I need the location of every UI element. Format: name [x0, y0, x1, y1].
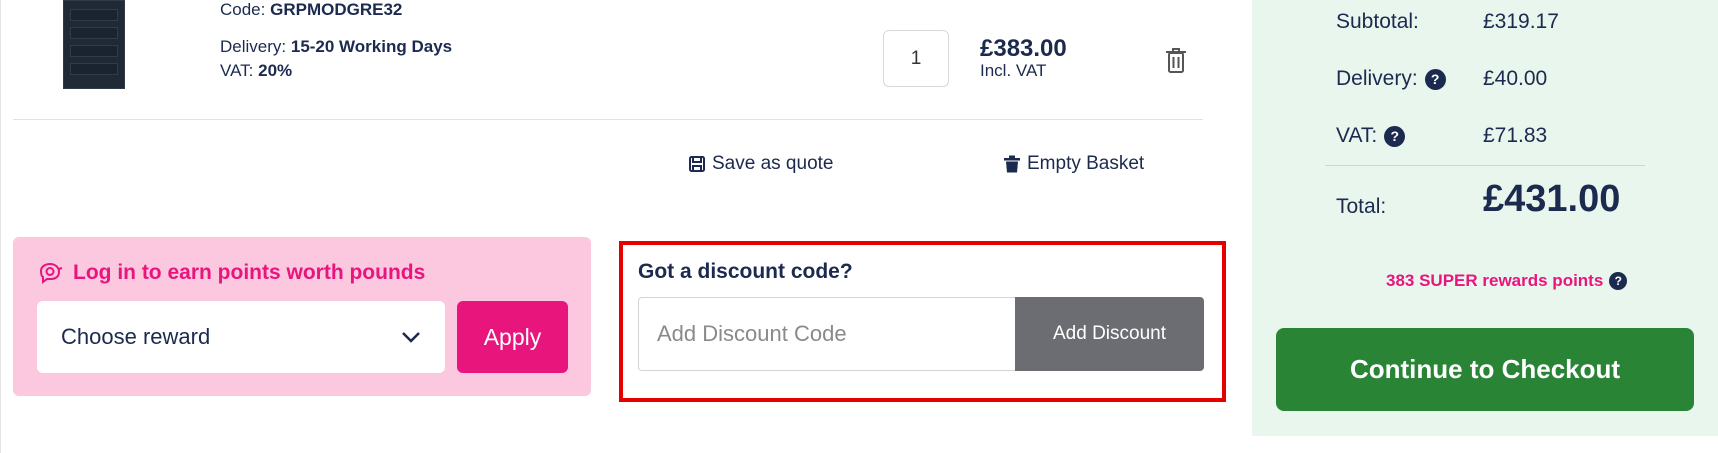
product-delivery: Delivery: 15-20 Working Days: [220, 37, 452, 57]
delivery-label: Delivery: ?: [1336, 67, 1446, 91]
discount-code-input[interactable]: [638, 297, 1016, 371]
product-delivery-label: Delivery:: [220, 37, 287, 56]
total-label: Total:: [1336, 195, 1386, 219]
total-value: £431.00: [1483, 178, 1621, 220]
price-note: Incl. VAT: [980, 61, 1047, 80]
subtotal-value: £319.17: [1483, 10, 1559, 33]
subtotal-label-text: Subtotal:: [1336, 10, 1419, 33]
rewards-points-text: 383 SUPER rewards points: [1386, 271, 1604, 290]
rewards-login-link[interactable]: Log in to earn points worth pounds: [37, 261, 425, 285]
vat-value: £71.83: [1483, 124, 1548, 147]
points-help-icon[interactable]: ?: [1609, 272, 1628, 290]
vat-help-icon[interactable]: ?: [1384, 125, 1406, 147]
delivery-label-text: Delivery:: [1336, 67, 1418, 90]
floppy-disk-icon: [689, 156, 705, 172]
product-price: £383.00: [980, 35, 1067, 62]
product-code: Code: GRPMODGRE32: [220, 0, 402, 20]
product-vat-value: 20%: [258, 61, 293, 80]
piggy-coin-icon: [39, 262, 63, 284]
page-left-border: [0, 0, 1, 453]
chevron-down-icon: [402, 332, 420, 343]
trash-icon[interactable]: [1164, 46, 1188, 74]
apply-reward-button[interactable]: Apply: [457, 301, 568, 373]
vat-label-text: VAT:: [1336, 124, 1378, 147]
empty-basket-link[interactable]: Empty Basket: [1003, 153, 1144, 175]
subtotal-label: Subtotal:: [1336, 10, 1419, 34]
vat-label: VAT: ?: [1336, 124, 1406, 148]
product-code-value: GRPMODGRE32: [270, 0, 403, 19]
delivery-help-icon[interactable]: ?: [1424, 68, 1446, 90]
door-panel: [70, 45, 118, 57]
door-panel: [70, 63, 118, 75]
save-as-quote-label: Save as quote: [712, 153, 834, 174]
quantity-input[interactable]: 1: [883, 30, 949, 87]
product-code-label: Code:: [220, 0, 266, 19]
product-vat: VAT: 20%: [220, 61, 292, 81]
choose-reward-value: Choose reward: [61, 324, 211, 349]
row-divider: [13, 119, 1203, 120]
continue-to-checkout-button[interactable]: Continue to Checkout: [1276, 328, 1694, 411]
summary-divider: [1325, 165, 1645, 166]
total-label-text: Total:: [1336, 195, 1387, 218]
door-panel: [70, 9, 118, 21]
rewards-panel: Log in to earn points worth pounds Choos…: [13, 237, 591, 396]
delivery-value: £40.00: [1483, 67, 1548, 90]
choose-reward-select[interactable]: Choose reward: [37, 301, 445, 373]
product-vat-label: VAT:: [220, 61, 254, 80]
add-discount-button[interactable]: Add Discount: [1015, 297, 1204, 371]
empty-basket-label: Empty Basket: [1027, 153, 1145, 174]
door-panel: [70, 27, 118, 39]
discount-title: Got a discount code?: [638, 260, 853, 283]
rewards-points: 383 SUPER rewards points ?: [1386, 271, 1628, 291]
save-as-quote-link[interactable]: Save as quote: [688, 153, 833, 175]
product-image[interactable]: [63, 0, 125, 89]
trash-small-icon: [1004, 155, 1020, 173]
product-delivery-value: 15-20 Working Days: [290, 37, 453, 56]
rewards-title: Log in to earn points worth pounds: [73, 261, 426, 284]
